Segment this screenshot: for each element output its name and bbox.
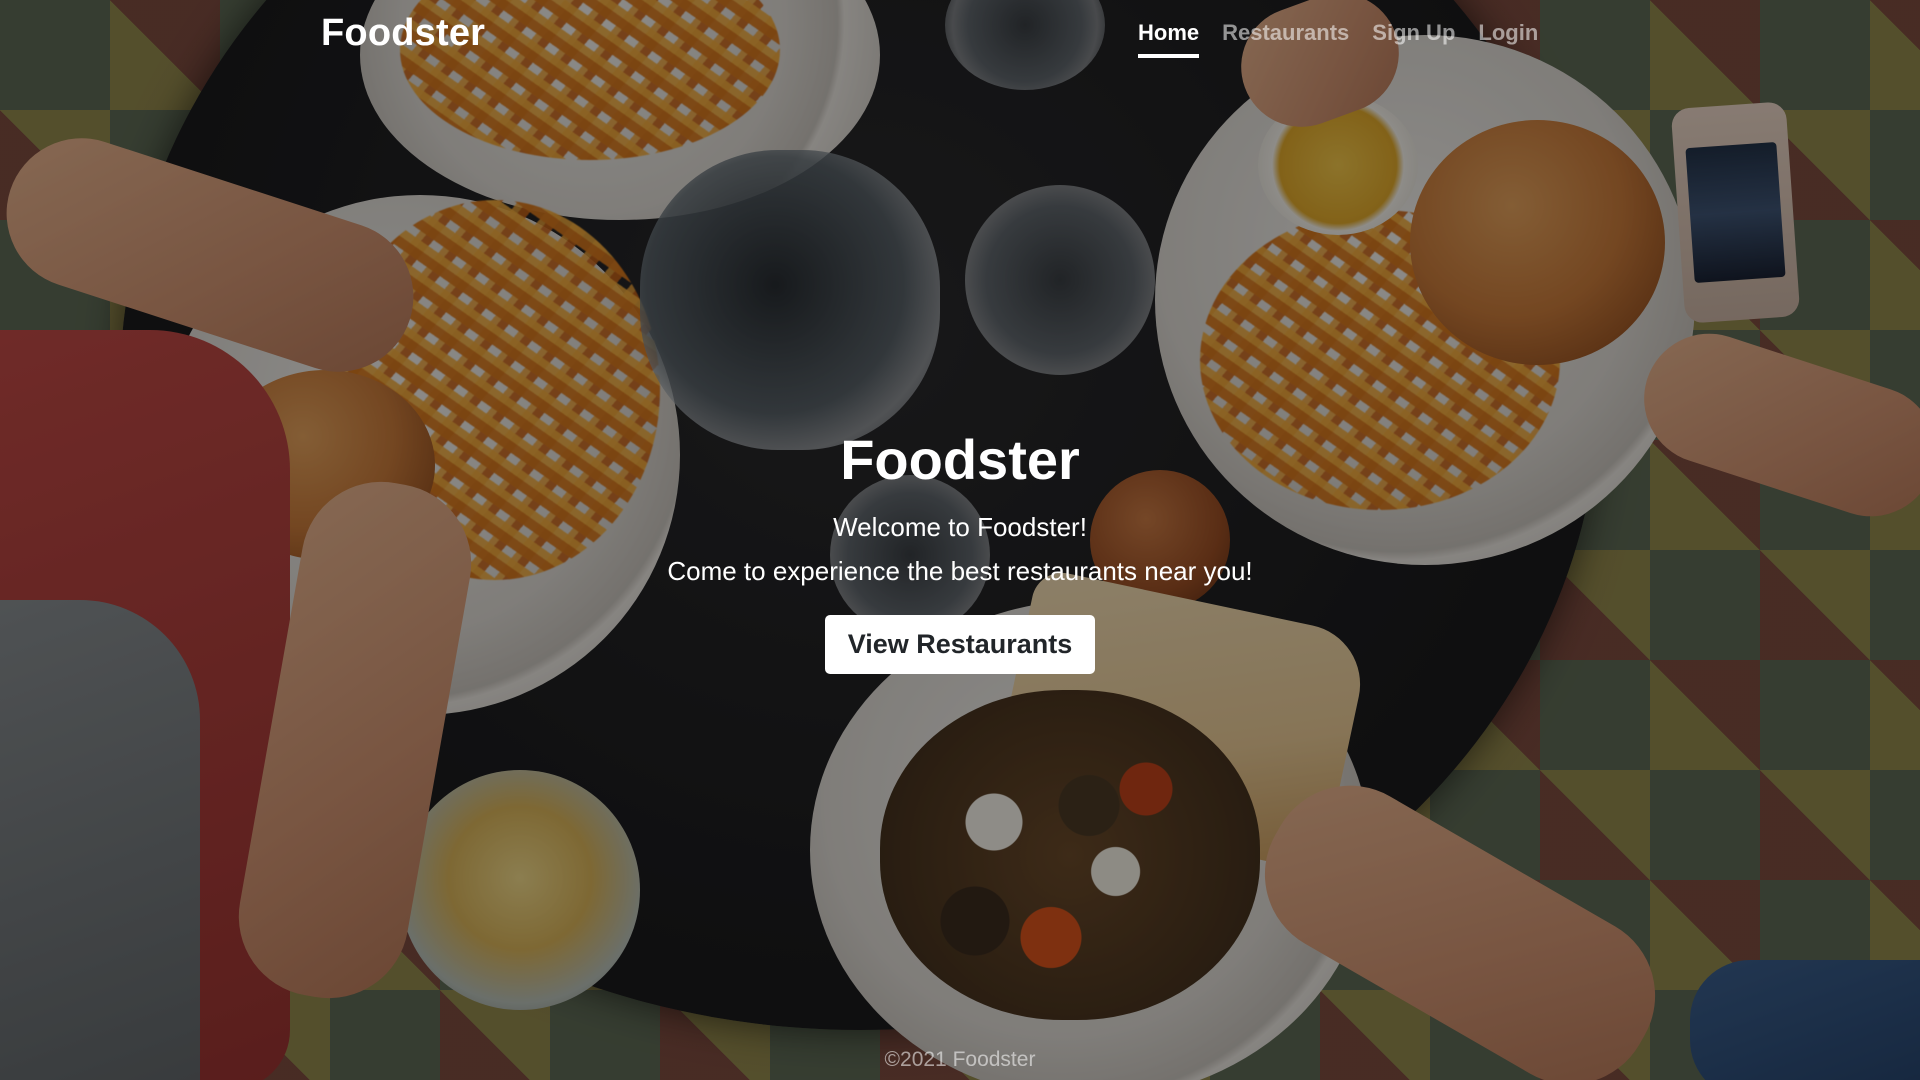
hero-welcome-text: Welcome to Foodster! <box>833 512 1087 542</box>
view-restaurants-button[interactable]: View Restaurants <box>824 615 1096 674</box>
footer-copyright: ©2021 Foodster <box>884 1048 1036 1071</box>
nav-link-restaurants[interactable]: Restaurants <box>1222 20 1349 58</box>
brand-logo[interactable]: Foodster <box>321 12 485 55</box>
nav-link-login[interactable]: Login <box>1478 20 1538 58</box>
hero-tagline: Come to experience the best restaurants … <box>667 556 1253 586</box>
hero-title: Foodster <box>840 428 1080 491</box>
landing-page: Foodster Home Restaurants Sign Up Login … <box>0 0 1920 1080</box>
navbar: Foodster Home Restaurants Sign Up Login <box>0 0 1920 70</box>
nav-link-sign-up[interactable]: Sign Up <box>1372 20 1455 58</box>
nav-links: Home Restaurants Sign Up Login <box>1138 20 1538 58</box>
nav-link-home[interactable]: Home <box>1138 20 1200 58</box>
hero-section: Foodster Welcome to Foodster! Come to ex… <box>0 425 1920 674</box>
